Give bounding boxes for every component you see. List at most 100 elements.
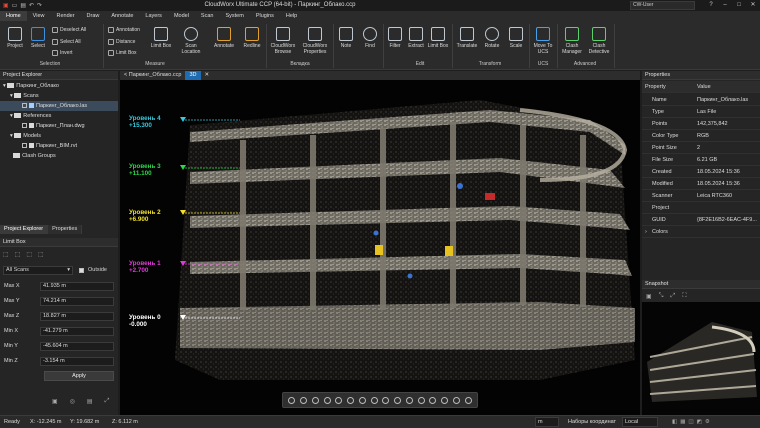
fullscreen-icon[interactable]: ⛶	[682, 293, 686, 300]
zoom-icon[interactable]: ◎	[70, 398, 75, 405]
cube-add-icon[interactable]: ⬚	[15, 251, 21, 258]
invert-button[interactable]: Invert	[52, 50, 73, 56]
outside-checkbox[interactable]	[79, 267, 84, 273]
units-dropdown[interactable]: m	[535, 417, 559, 427]
cloudworx-properties-button[interactable]: CloudWorx Properties	[299, 27, 331, 55]
crop-icon[interactable]: ⤡	[659, 293, 664, 300]
outside-toggle[interactable]: Outside	[79, 267, 107, 273]
limit-box-small-button[interactable]: Limit Box	[108, 50, 137, 56]
menu-model[interactable]: Model	[168, 11, 195, 21]
settings-icon[interactable]: ⚙	[705, 419, 713, 425]
property-value[interactable]: 142,375,842	[697, 118, 728, 130]
settings-icon[interactable]	[441, 396, 449, 404]
minimize-button[interactable]: –	[718, 0, 732, 11]
axis-icon[interactable]	[370, 396, 378, 404]
close-tab-icon[interactable]: ✕	[201, 71, 214, 80]
capture-icon[interactable]	[464, 396, 472, 404]
3d-viewport[interactable]: Уровень 4 +15.300 Уровень 3 +11.100 Уровен…	[120, 80, 640, 415]
menu-layers[interactable]: Layers	[139, 11, 168, 21]
layers-icon[interactable]	[417, 396, 425, 404]
max-x-field[interactable]: 41.935 m	[40, 281, 114, 291]
scope-dropdown[interactable]: All Scans ▾	[3, 266, 73, 275]
cube-icon[interactable]: ⬚	[3, 251, 9, 258]
annotation-button[interactable]: Annotation	[108, 27, 140, 33]
limit-box-edit-button[interactable]: Limit Box	[426, 27, 450, 49]
tree-item-scans[interactable]: ▾ Scans	[0, 91, 118, 101]
tree-item-root[interactable]: ▾ Паркинг_Облако	[0, 81, 118, 91]
zoom-window-icon[interactable]	[323, 396, 331, 404]
project-button[interactable]: Project	[4, 27, 26, 49]
coord-set-dropdown[interactable]: Local	[622, 417, 658, 427]
tree-item-references[interactable]: ▾ References	[0, 111, 118, 121]
pan-icon[interactable]	[300, 396, 308, 404]
clash-manager-button[interactable]: Clash Manager	[559, 27, 585, 55]
tree-item-scan-file[interactable]: Паркинг_Облако.las	[0, 101, 118, 111]
property-value[interactable]: Паркинг_Облако.las	[697, 94, 748, 106]
color-icon[interactable]	[429, 396, 437, 404]
tab-properties[interactable]: Properties	[48, 225, 83, 234]
property-value[interactable]: Las File	[697, 106, 716, 118]
visibility-checkbox[interactable]	[22, 123, 27, 129]
note-button[interactable]: Note	[336, 27, 356, 49]
tree-item-clash-groups[interactable]: Clash Groups	[0, 151, 118, 161]
scan-location-button[interactable]: Scan Location	[178, 27, 204, 55]
select-button[interactable]: Select	[28, 27, 48, 49]
tab-ccp-file[interactable]: < Паркинг_Облако.ccp	[120, 71, 185, 80]
property-value[interactable]: {8F2E16B2-6EAC-4F9...	[697, 214, 757, 226]
help-icon[interactable]: ?	[704, 0, 718, 11]
snapshot-preview[interactable]	[642, 302, 760, 415]
tab-3d[interactable]: 3D	[185, 71, 201, 80]
clip-icon[interactable]	[405, 396, 413, 404]
cloudworx-browse-button[interactable]: CloudWorx Browse	[268, 27, 298, 55]
menu-draw[interactable]: Draw	[81, 11, 106, 21]
filter-button[interactable]: Filter	[385, 27, 405, 49]
visibility-checkbox[interactable]	[22, 143, 27, 149]
osnap-icon[interactable]: ◩	[697, 419, 705, 425]
visibility-checkbox[interactable]	[22, 103, 27, 109]
camera-icon[interactable]: ▣	[646, 293, 652, 300]
ortho-icon[interactable]: ◫	[688, 419, 696, 425]
expand-icon[interactable]: ⤢	[105, 398, 110, 405]
property-value[interactable]: RGB	[697, 130, 709, 142]
min-x-field[interactable]: -41.279 m	[40, 326, 114, 336]
property-value[interactable]: Leica RTC360	[697, 190, 732, 202]
property-value[interactable]: 18.05.2024 15:36	[697, 178, 740, 190]
scale-button[interactable]: Scale	[505, 27, 527, 49]
cube-fit-icon[interactable]: ⬚	[26, 251, 32, 258]
menu-view[interactable]: View	[27, 11, 51, 21]
move-to-ucs-button[interactable]: Move To UCS	[531, 27, 555, 55]
distance-button[interactable]: Distance	[108, 39, 135, 45]
menu-help[interactable]: Help	[280, 11, 303, 21]
min-y-field[interactable]: -45.604 m	[40, 341, 114, 351]
max-y-field[interactable]: 74.214 m	[40, 296, 114, 306]
copy-icon[interactable]: ▤	[87, 398, 93, 405]
tab-project-explorer[interactable]: Project Explorer	[0, 225, 49, 234]
menu-annotate[interactable]: Annotate	[105, 11, 139, 21]
cube-reset-icon[interactable]: ⬚	[38, 251, 44, 258]
section-icon[interactable]	[347, 396, 355, 404]
tree-item-rvt[interactable]: Паркинг_BIM.rvt	[0, 141, 118, 151]
maximize-button[interactable]: □	[732, 0, 746, 11]
camera-icon[interactable]: ▣	[52, 398, 58, 405]
menu-scan[interactable]: Scan	[195, 11, 220, 21]
find-button[interactable]: Find	[360, 27, 380, 49]
refresh-icon[interactable]	[452, 396, 460, 404]
redline-button[interactable]: Redline	[240, 27, 264, 49]
menu-plugins[interactable]: Plugins	[250, 11, 280, 21]
property-value[interactable]: 6.21 GB	[697, 154, 717, 166]
zoom-icon[interactable]	[288, 396, 296, 404]
colors-group-row[interactable]: › Colors	[642, 226, 760, 238]
snap-icon[interactable]: ◧	[672, 419, 680, 425]
tree-item-dwg[interactable]: Паркинг_План.dwg	[0, 121, 118, 131]
min-z-field[interactable]: -3.154 m	[40, 356, 114, 366]
translate-button[interactable]: Translate	[454, 27, 480, 49]
menu-render[interactable]: Render	[51, 11, 81, 21]
menu-system[interactable]: System	[219, 11, 249, 21]
property-value[interactable]: 18.05.2024 15:36	[697, 166, 740, 178]
grid-icon[interactable]	[382, 396, 390, 404]
user-dropdown[interactable]: CW-User	[630, 1, 695, 10]
annotate-button[interactable]: Annotate	[212, 27, 236, 49]
property-value[interactable]: 2	[697, 142, 700, 154]
rotate-button[interactable]: Rotate	[481, 27, 503, 49]
limit-box-button[interactable]: Limit Box	[150, 27, 172, 49]
